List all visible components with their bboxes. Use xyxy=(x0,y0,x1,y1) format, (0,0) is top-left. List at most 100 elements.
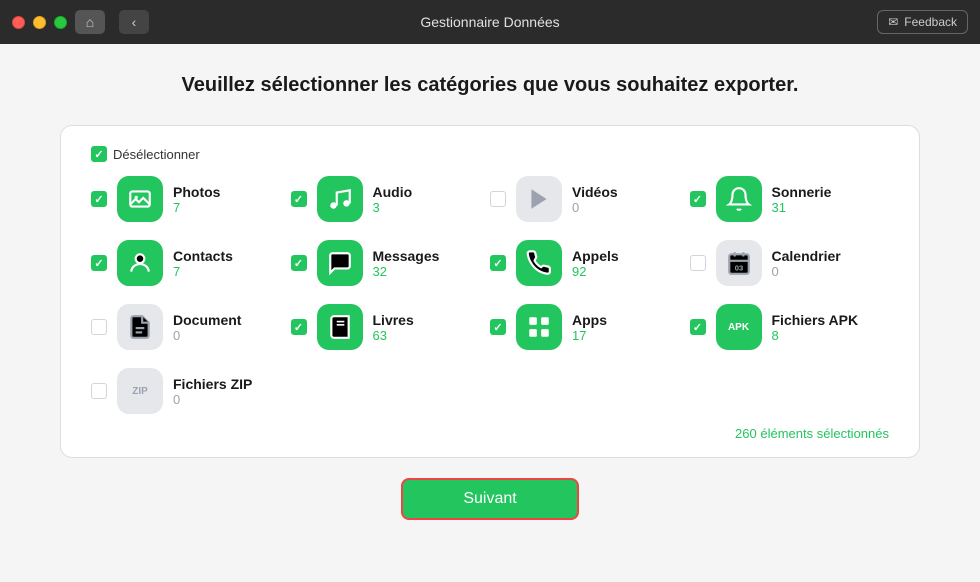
category-icon-appels xyxy=(516,240,562,286)
category-count-audio: 3 xyxy=(373,200,413,215)
category-info-calendrier: Calendrier 0 xyxy=(772,248,841,279)
category-checkbox-videos[interactable] xyxy=(490,191,506,207)
selection-suffix: éléments sélectionnés xyxy=(757,426,889,441)
category-item-photos: Photos 7 xyxy=(91,176,291,222)
category-icon-audio xyxy=(317,176,363,222)
category-name-livres: Livres xyxy=(373,312,414,328)
deselect-all-checkbox[interactable] xyxy=(91,146,107,162)
category-name-sonnerie: Sonnerie xyxy=(772,184,832,200)
category-icon-contacts xyxy=(117,240,163,286)
deselect-label: Désélectionner xyxy=(113,147,200,162)
category-checkbox-contacts[interactable] xyxy=(91,255,107,271)
category-icon-apps xyxy=(516,304,562,350)
category-item-messages: Messages 32 xyxy=(291,240,491,286)
title-bar-controls: ⌂ ‹ xyxy=(12,10,149,34)
category-name-fichiers-apk: Fichiers APK xyxy=(772,312,859,328)
category-info-apps: Apps 17 xyxy=(572,312,607,343)
category-item-fichiers-zip: ZIP Fichiers ZIP 0 xyxy=(91,368,291,414)
category-icon-livres xyxy=(317,304,363,350)
category-info-fichiers-apk: Fichiers APK 8 xyxy=(772,312,859,343)
close-button[interactable] xyxy=(12,16,25,29)
category-name-videos: Vidéos xyxy=(572,184,618,200)
category-item-audio: Audio 3 xyxy=(291,176,491,222)
category-count-livres: 63 xyxy=(373,328,414,343)
category-icon-photos xyxy=(117,176,163,222)
category-info-audio: Audio 3 xyxy=(373,184,413,215)
feedback-label: Feedback xyxy=(904,15,957,29)
category-item-livres: Livres 63 xyxy=(291,304,491,350)
category-name-appels: Appels xyxy=(572,248,619,264)
category-name-photos: Photos xyxy=(173,184,220,200)
category-checkbox-sonnerie[interactable] xyxy=(690,191,706,207)
category-info-photos: Photos 7 xyxy=(173,184,220,215)
category-count-calendrier: 0 xyxy=(772,264,841,279)
category-count-sonnerie: 31 xyxy=(772,200,832,215)
category-checkbox-fichiers-zip[interactable] xyxy=(91,383,107,399)
category-checkbox-fichiers-apk[interactable] xyxy=(690,319,706,335)
category-count-fichiers-zip: 0 xyxy=(173,392,252,407)
page-heading: Veuillez sélectionner les catégories que… xyxy=(182,74,799,97)
selection-number: 260 xyxy=(735,426,757,441)
category-icon-sonnerie xyxy=(716,176,762,222)
category-info-messages: Messages 32 xyxy=(373,248,440,279)
category-count-document: 0 xyxy=(173,328,241,343)
category-icon-messages xyxy=(317,240,363,286)
category-item-videos: Vidéos 0 xyxy=(490,176,690,222)
category-item-document: Document 0 xyxy=(91,304,291,350)
category-count-fichiers-apk: 8 xyxy=(772,328,859,343)
category-info-appels: Appels 92 xyxy=(572,248,619,279)
category-info-sonnerie: Sonnerie 31 xyxy=(772,184,832,215)
category-count-contacts: 7 xyxy=(173,264,233,279)
category-checkbox-messages[interactable] xyxy=(291,255,307,271)
category-grid: Photos 7 Audio 3 Vidéos 0 Sonnerie 31 xyxy=(91,176,889,414)
category-name-document: Document xyxy=(173,312,241,328)
category-count-photos: 7 xyxy=(173,200,220,215)
category-name-messages: Messages xyxy=(373,248,440,264)
next-button-wrap: Suivant xyxy=(401,478,578,520)
category-count-appels: 92 xyxy=(572,264,619,279)
category-item-appels: Appels 92 xyxy=(490,240,690,286)
category-item-apps: Apps 17 xyxy=(490,304,690,350)
category-info-document: Document 0 xyxy=(173,312,241,343)
category-checkbox-calendrier[interactable] xyxy=(690,255,706,271)
deselect-row: Désélectionner xyxy=(91,146,889,162)
maximize-button[interactable] xyxy=(54,16,67,29)
next-button[interactable]: Suivant xyxy=(401,478,578,520)
back-button[interactable]: ‹ xyxy=(119,10,149,34)
category-name-audio: Audio xyxy=(373,184,413,200)
svg-text:03: 03 xyxy=(734,264,742,273)
category-checkbox-appels[interactable] xyxy=(490,255,506,271)
category-count-apps: 17 xyxy=(572,328,607,343)
category-item-contacts: Contacts 7 xyxy=(91,240,291,286)
mail-icon: ✉ xyxy=(888,15,898,29)
category-info-livres: Livres 63 xyxy=(373,312,414,343)
selection-count: 260 éléments sélectionnés xyxy=(91,426,889,441)
category-icon-fichiers-zip: ZIP xyxy=(117,368,163,414)
category-checkbox-apps[interactable] xyxy=(490,319,506,335)
category-count-videos: 0 xyxy=(572,200,618,215)
category-checkbox-document[interactable] xyxy=(91,319,107,335)
category-icon-document xyxy=(117,304,163,350)
main-content: Veuillez sélectionner les catégories que… xyxy=(0,44,980,582)
category-name-contacts: Contacts xyxy=(173,248,233,264)
category-info-videos: Vidéos 0 xyxy=(572,184,618,215)
category-checkbox-photos[interactable] xyxy=(91,191,107,207)
title-bar: ⌂ ‹ Gestionnaire Données ✉ Feedback xyxy=(0,0,980,44)
category-checkbox-audio[interactable] xyxy=(291,191,307,207)
category-info-contacts: Contacts 7 xyxy=(173,248,233,279)
categories-card: Désélectionner Photos 7 Audio 3 Vidéos 0 xyxy=(60,125,920,458)
category-info-fichiers-zip: Fichiers ZIP 0 xyxy=(173,376,252,407)
category-item-fichiers-apk: APK Fichiers APK 8 xyxy=(690,304,890,350)
category-item-calendrier: 03 Calendrier 0 xyxy=(690,240,890,286)
category-icon-calendrier: 03 xyxy=(716,240,762,286)
category-item-sonnerie: Sonnerie 31 xyxy=(690,176,890,222)
minimize-button[interactable] xyxy=(33,16,46,29)
category-count-messages: 32 xyxy=(373,264,440,279)
category-icon-videos xyxy=(516,176,562,222)
category-name-fichiers-zip: Fichiers ZIP xyxy=(173,376,252,392)
home-button[interactable]: ⌂ xyxy=(75,10,105,34)
category-name-calendrier: Calendrier xyxy=(772,248,841,264)
window-title: Gestionnaire Données xyxy=(420,14,559,30)
category-checkbox-livres[interactable] xyxy=(291,319,307,335)
feedback-button[interactable]: ✉ Feedback xyxy=(877,10,968,34)
